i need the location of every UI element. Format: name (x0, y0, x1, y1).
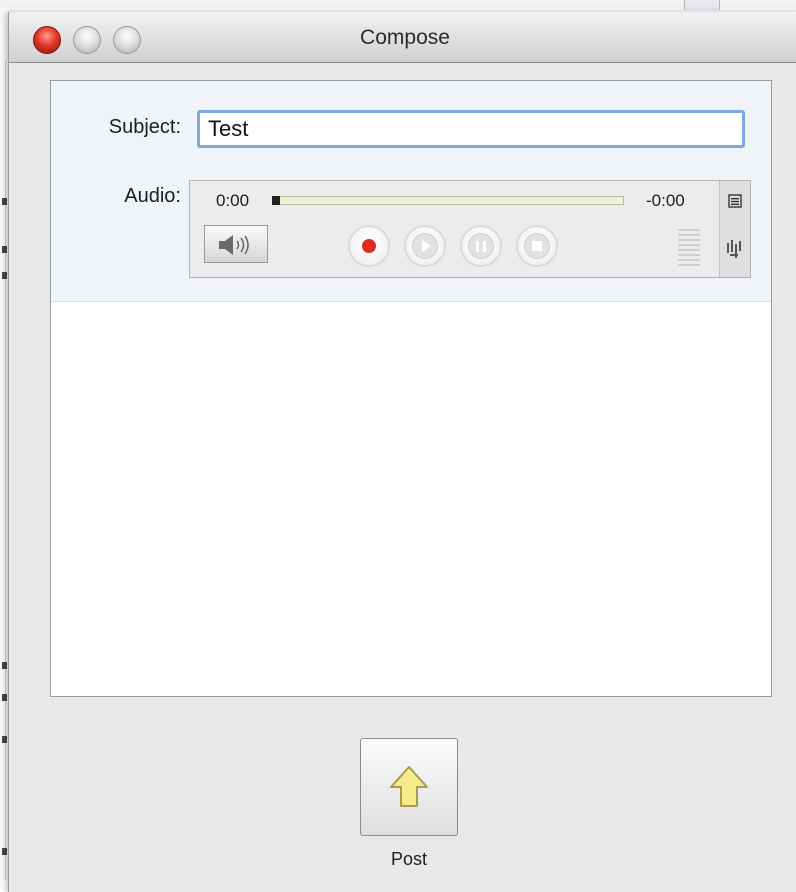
upload-arrow-icon (390, 766, 428, 807)
waveform-icon[interactable] (726, 239, 744, 261)
post-button[interactable] (360, 738, 458, 836)
background-text-fragment (2, 198, 7, 205)
header-fields: Subject: Audio: 0:00 -0:00 (51, 81, 771, 302)
pause-icon (468, 233, 494, 259)
audio-sidebar (719, 181, 750, 277)
subject-input[interactable] (197, 110, 745, 148)
subject-label: Subject: (108, 116, 181, 138)
background-text-fragment (2, 246, 7, 253)
background-toolbar (0, 0, 796, 8)
title-bar[interactable]: Compose (9, 12, 796, 63)
progress-thumb[interactable] (272, 196, 280, 205)
audio-progress-bar[interactable] (272, 196, 624, 205)
record-button[interactable] (348, 225, 390, 267)
background-scroll-fragment (684, 0, 720, 10)
compose-form: Subject: Audio: 0:00 -0:00 (50, 80, 772, 697)
play-icon (412, 233, 438, 259)
background-text-fragment (2, 662, 7, 669)
background-text-fragment (2, 272, 7, 279)
level-meter (678, 229, 700, 269)
record-icon (362, 239, 376, 253)
stop-button[interactable] (516, 225, 558, 267)
audio-recorder: 0:00 -0:00 (189, 180, 751, 278)
elapsed-time: 0:00 (216, 191, 250, 210)
menu-icon[interactable] (728, 194, 742, 208)
volume-button[interactable] (204, 225, 268, 263)
message-body[interactable] (51, 302, 771, 695)
window-title: Compose (360, 26, 450, 49)
background-text-fragment (2, 736, 7, 743)
remaining-time: -0:00 (646, 191, 685, 210)
compose-window: Compose Subject: Audio: 0:00 -0:00 (8, 12, 796, 892)
stop-icon (524, 233, 550, 259)
speaker-icon (219, 234, 249, 255)
play-button[interactable] (404, 225, 446, 267)
post-label: Post (390, 849, 428, 869)
background-divider (5, 60, 6, 880)
background-text-fragment (2, 848, 7, 855)
pause-button[interactable] (460, 225, 502, 267)
audio-label: Audio: (124, 185, 181, 207)
background-text-fragment (2, 694, 7, 701)
